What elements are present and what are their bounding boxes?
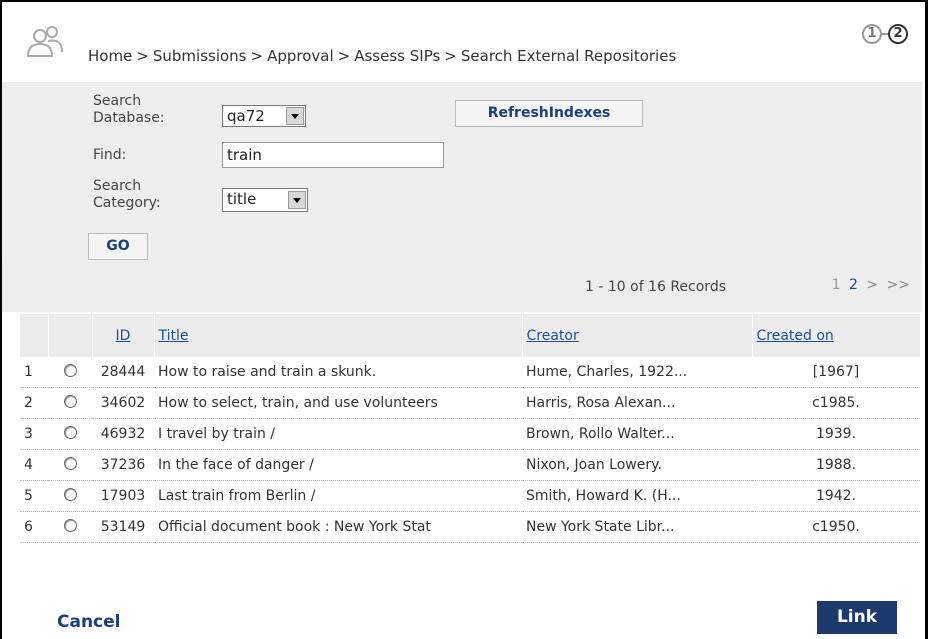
row-creator: Brown, Rollo Walter...	[522, 418, 752, 450]
row-number: 2	[20, 387, 48, 419]
link-button[interactable]: Link	[817, 601, 897, 634]
last-page-link[interactable]: >>	[887, 277, 910, 293]
header-id[interactable]: ID	[92, 314, 155, 357]
breadcrumb-submissions[interactable]: Submissions	[153, 47, 247, 65]
row-created-on: 1988.	[752, 449, 920, 481]
row-select-radio[interactable]	[48, 387, 92, 419]
radio-button[interactable]	[63, 363, 77, 377]
table-row: 5 17903 Last train from Berlin / Smith, …	[20, 480, 920, 512]
chevron-down-icon[interactable]	[286, 107, 304, 125]
table-row: 1 28444 How to raise and train a skunk. …	[20, 357, 920, 388]
row-number: 4	[20, 449, 48, 481]
row-id: 28444	[92, 357, 154, 388]
header-created-on[interactable]: Created on	[752, 314, 921, 357]
header-creator[interactable]: Creator	[522, 314, 753, 357]
chevron-down-icon[interactable]	[288, 191, 306, 209]
row-creator: Harris, Rosa Alexan...	[522, 387, 752, 419]
search-database-select[interactable]: qa72	[222, 105, 306, 127]
row-created-on: c1985.	[752, 387, 920, 419]
header-title[interactable]: Title	[154, 314, 523, 357]
row-id: 46932	[92, 418, 154, 450]
row-title: I travel by train /	[154, 418, 522, 450]
radio-button[interactable]	[63, 394, 77, 408]
breadcrumb-approval[interactable]: Approval	[267, 47, 334, 65]
row-id: 34602	[92, 387, 154, 419]
row-number: 3	[20, 418, 48, 450]
row-title: In the face of danger /	[154, 449, 522, 481]
results-table: ID Title Creator Created on 1 28444 How …	[20, 314, 921, 543]
table-row: 2 34602 How to select, train, and use vo…	[20, 387, 920, 419]
header-rownum	[20, 314, 49, 357]
table-row: 4 37236 In the face of danger / Nixon, J…	[20, 449, 920, 481]
row-number: 1	[20, 357, 48, 388]
refresh-indexes-button[interactable]: RefreshIndexes	[455, 100, 643, 127]
breadcrumb-search-external-repositories: Search External Repositories	[460, 47, 677, 65]
row-creator: Nixon, Joan Lowery.	[522, 449, 752, 481]
users-logo-icon	[26, 22, 66, 70]
row-title: How to raise and train a skunk.	[154, 357, 522, 388]
search-category-select[interactable]: title	[222, 188, 308, 212]
row-id: 17903	[92, 480, 154, 512]
row-number: 6	[20, 511, 48, 543]
header-select	[48, 314, 93, 357]
row-title: Last train from Berlin /	[154, 480, 522, 512]
row-id: 53149	[92, 511, 154, 543]
records-bar: 1 - 10 of 16 Records 1 2 > >>	[2, 262, 922, 312]
radio-button[interactable]	[63, 518, 77, 532]
row-creator: Hume, Charles, 1922...	[522, 357, 752, 388]
step-2: 2	[888, 24, 908, 44]
page-2-link[interactable]: 2	[849, 277, 858, 293]
row-select-radio[interactable]	[48, 357, 92, 388]
radio-button[interactable]	[63, 487, 77, 501]
search-category-label: Search Category:	[93, 178, 161, 211]
radio-button[interactable]	[63, 425, 77, 439]
next-page-link[interactable]: >	[866, 277, 878, 293]
row-created-on: c1950.	[752, 511, 920, 543]
row-select-radio[interactable]	[48, 511, 92, 543]
breadcrumb: Home > Submissions > Approval > Assess SIPs > Se…	[88, 47, 677, 65]
row-id: 37236	[92, 449, 154, 481]
search-form: Search Database: qa72 RefreshIndexes Fin…	[2, 82, 922, 262]
row-created-on: [1967]	[752, 357, 920, 388]
breadcrumb-home[interactable]: Home	[88, 47, 132, 65]
row-select-radio[interactable]	[48, 449, 92, 481]
go-button[interactable]: GO	[88, 233, 148, 260]
find-input[interactable]: train	[222, 142, 444, 168]
row-created-on: 1939.	[752, 418, 920, 450]
row-select-radio[interactable]	[48, 480, 92, 512]
search-database-label: Search Database:	[93, 93, 165, 126]
row-number: 5	[20, 480, 48, 512]
breadcrumb-assess-sips[interactable]: Assess SIPs	[354, 47, 440, 65]
cancel-button[interactable]: Cancel	[57, 612, 120, 632]
row-created-on: 1942.	[752, 480, 920, 512]
row-creator: Smith, Howard K. (H...	[522, 480, 752, 512]
step-1: 1	[862, 24, 882, 44]
pagination: 1 2 > >>	[828, 277, 910, 293]
row-select-radio[interactable]	[48, 418, 92, 450]
header: Home > Submissions > Approval > Assess SIPs > Se…	[2, 2, 922, 82]
row-creator: New York State Libr...	[522, 511, 752, 543]
find-label: Find:	[93, 147, 127, 163]
table-row: 3 46932 I travel by train / Brown, Rollo…	[20, 418, 920, 450]
radio-button[interactable]	[63, 456, 77, 470]
row-title: Official document book : New York Stat	[154, 511, 522, 543]
table-header-row: ID Title Creator Created on	[20, 314, 921, 357]
row-title: How to select, train, and use volunteers	[154, 387, 522, 419]
step-indicator: 1 2	[862, 24, 908, 44]
page-1: 1	[831, 277, 841, 293]
table-row: 6 53149 Official document book : New Yor…	[20, 511, 920, 543]
records-count: 1 - 10 of 16 Records	[585, 279, 726, 295]
